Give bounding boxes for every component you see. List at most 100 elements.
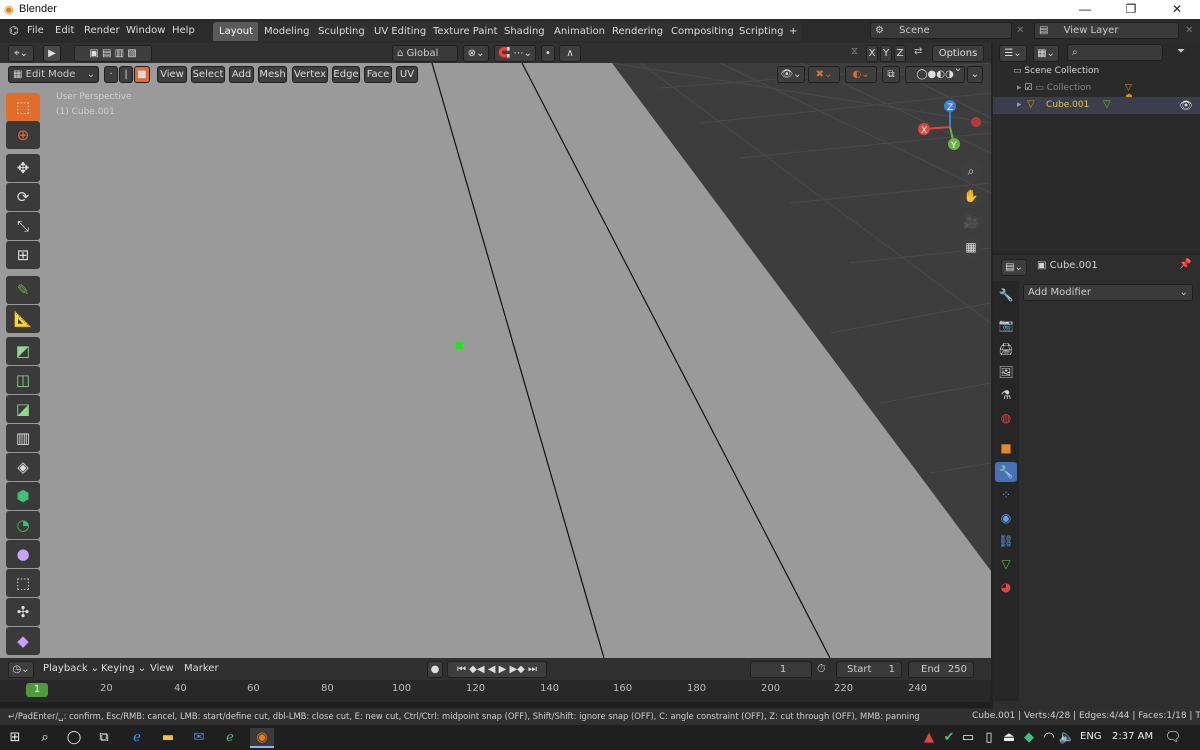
poly-build-tool-icon[interactable]: ⬢ [6,482,40,510]
collection-row[interactable]: ▸ ☑ ▭ Collection ▽ ☗ [1017,83,1133,103]
view-layer-tab-icon[interactable]: 🖼 [995,362,1017,382]
cortana-icon[interactable]: ◯ [63,728,85,748]
xray-button[interactable]: ⧉ [882,66,900,83]
tab-animation[interactable]: Animation [548,22,611,41]
menu-edge[interactable]: Edge [332,66,360,83]
data-tab-icon[interactable]: ▽ [995,554,1017,574]
view-layer-selector[interactable]: ▤ View Layer [1034,22,1179,39]
material-tab-icon[interactable]: ◕ [995,577,1017,597]
edge-slide-tool-icon[interactable]: ⬚ [6,569,40,597]
tab-modeling[interactable]: Modeling [258,22,316,41]
tool-tab-icon[interactable]: 🔧 [995,285,1017,305]
shrink-fatten-tool-icon[interactable]: ✣ [6,598,40,626]
scene-selector[interactable]: ⚙ Scene [870,22,1012,39]
menu-select[interactable]: Select [191,66,225,83]
timeline-type-icon[interactable]: ◷⌄ [8,661,34,678]
menu-timeline-view[interactable]: View [145,661,179,677]
tray-vpn-icon[interactable]: ◆ [1018,728,1040,748]
add-workspace-button[interactable]: + [785,22,802,41]
add-modifier-dropdown[interactable]: Add Modifier ⌄ [1023,284,1193,301]
viewport-gizmos-button[interactable]: 👁⌄ [777,66,805,83]
mirror-x-toggle[interactable]: X [866,45,878,62]
blender-menu-icon[interactable]: ⌬ [4,23,24,39]
shading-dropdown[interactable]: ⌄ [967,66,983,83]
menu-vertex[interactable]: Vertex [292,66,328,83]
collection-checkbox[interactable]: ☑ [1024,83,1035,93]
options-dropdown[interactable]: Options ⌄ [932,45,984,74]
bevel-tool-icon[interactable]: ◪ [6,395,40,423]
minimize-button[interactable]: — [1062,0,1108,19]
smooth-tool-icon[interactable]: ● [6,540,40,568]
physics-tab-icon[interactable]: ◉ [995,508,1017,528]
tray-usb-icon[interactable]: ⏏ [998,728,1020,748]
mirror-y-toggle[interactable]: Y [880,45,892,62]
language-indicator[interactable]: ENG [1080,731,1102,742]
task-view-icon[interactable]: ⧉ [93,728,115,748]
pin-icon[interactable]: 📌 [1179,259,1191,270]
scene-collection-row[interactable]: ▭ Scene Collection [1013,66,1099,76]
proportional-edit-icon[interactable]: • [541,45,555,62]
select-box-tool-icon[interactable]: ⬚ [6,93,40,121]
scene-delete-icon[interactable]: ✕ [1016,25,1024,36]
visibility-eye-icon[interactable]: 👁 [1179,99,1193,112]
pivot-point-icon[interactable]: ⊗⌄ [463,45,489,62]
tab-shading[interactable]: Shading [498,22,551,41]
pan-hand-icon[interactable]: ✋ [960,185,982,207]
extrude-tool-icon[interactable]: ◩ [6,337,40,365]
edge-select-button[interactable]: | [119,66,133,83]
volume-icon[interactable]: 🔈 [1056,728,1078,748]
menu-view[interactable]: View [157,66,187,83]
file-explorer-icon[interactable]: ▬ [157,728,179,748]
render-tab-icon[interactable]: 📷 [995,315,1017,335]
notifications-icon[interactable]: 🗨 [1162,728,1184,748]
playback-controls[interactable]: ⏮ ◆◀ ◀ ▶ ▶◆ ⏭ [447,661,547,678]
knife-tool-icon[interactable]: ◈ [6,453,40,481]
menu-playback[interactable]: Playback ⌄ [38,661,104,677]
outliner-type-icon[interactable]: ☰⌄ [999,45,1027,62]
tab-scripting[interactable]: Scripting [733,22,790,41]
blender-taskbar-icon[interactable]: ◉ [250,728,274,748]
timeline-scrollbar[interactable] [0,702,991,708]
menu-help[interactable]: Help [167,23,200,39]
menu-mesh[interactable]: Mesh [258,66,287,83]
snap-icon[interactable]: 🧲 ⋯⌄ [494,45,536,62]
orientation-dropdown[interactable]: ⌂ Global [392,45,458,62]
tab-compositing[interactable]: Compositing [665,22,740,41]
auto-merge-icon[interactable]: ⇄ [914,46,922,57]
measure-tool-icon[interactable]: 📐 [6,305,40,333]
search-icon[interactable]: ⌕ [34,728,56,748]
ortho-grid-icon[interactable]: ▦ [960,236,982,258]
output-tab-icon[interactable]: 🖨 [995,339,1017,359]
view-layer-delete-icon[interactable]: ✕ [1185,25,1193,36]
particles-tab-icon[interactable]: ⁘ [995,485,1017,505]
menu-face[interactable]: Face [364,66,392,83]
tray-devices-icon[interactable]: ▭ [957,728,979,748]
tab-rendering[interactable]: Rendering [606,22,670,41]
cursor-tool-icon[interactable]: ⊕ [6,121,40,149]
tray-battery-icon[interactable]: ▯ [978,728,1000,748]
close-button[interactable]: ✕ [1154,0,1200,19]
tab-layout[interactable]: Layout [213,22,259,41]
select-tool-icon[interactable]: ▶ [43,45,61,62]
shear-tool-icon[interactable]: ◆ [6,627,40,655]
menu-window[interactable]: Window [121,23,170,39]
editor-type-icon[interactable]: ⌖⌄ [8,45,34,62]
inset-tool-icon[interactable]: ◫ [6,366,40,394]
record-icon[interactable]: ● [427,661,443,678]
modifier-tab-icon[interactable]: 🔧 [995,462,1017,482]
mirror-z-toggle[interactable]: Z [894,45,906,62]
display-mode-icon[interactable]: ▦⌄ [1033,45,1059,62]
annotate-tool-icon[interactable]: ✎ [6,276,40,304]
properties-type-icon[interactable]: ▤⌄ [1001,259,1027,276]
navigation-gizmo[interactable]: Z X Y [912,95,984,157]
scene-tab-icon[interactable]: ⚗ [995,385,1017,405]
mode-selector[interactable]: ▦ Edit Mode ⌄ [8,66,99,83]
selectability-button[interactable]: ✖⌄ [808,66,840,83]
loop-cut-tool-icon[interactable]: ▥ [6,424,40,452]
start-frame-field[interactable]: Start 1 [836,661,902,678]
select-mode-buttons[interactable]: ▣ ▤ ▥ ▧ [74,45,152,62]
edge-browser-icon[interactable]: ℯ [126,728,148,748]
tab-sculpting[interactable]: Sculpting [312,22,371,41]
cube-object-row[interactable]: ▸ ▽ Cube.001 ▽ 👁 [993,97,1200,114]
tab-uv-editing[interactable]: UV Editing [368,22,433,41]
